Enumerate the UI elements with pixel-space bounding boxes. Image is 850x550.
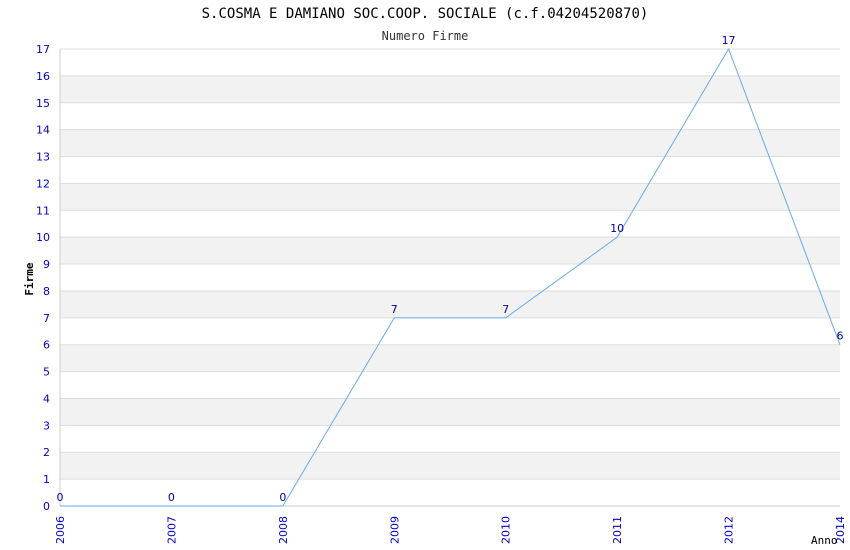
y-tick-label: 1	[43, 473, 50, 486]
y-tick-label: 0	[43, 500, 50, 513]
data-label: 10	[610, 222, 624, 235]
x-tick-label: 2010	[500, 516, 513, 544]
grid-band	[60, 344, 840, 372]
data-label: 6	[837, 330, 844, 343]
data-label: 0	[168, 491, 175, 504]
x-axis-label: Anno	[811, 534, 838, 547]
grid-bands	[60, 75, 840, 480]
data-label: 7	[391, 303, 398, 316]
line-chart: S.COSMA E DAMIANO SOC.COOP. SOCIALE (c.f…	[23, 6, 847, 547]
y-tick-label: 13	[36, 151, 50, 164]
x-tick-label: 2006	[54, 516, 67, 544]
grid-lines	[60, 48, 840, 507]
x-tick-labels: 2006 2007 2008 2009 2010 2011 2012 2014	[54, 516, 847, 544]
data-label: 0	[279, 491, 286, 504]
y-tick-label: 6	[43, 339, 50, 352]
data-label: 0	[57, 491, 64, 504]
x-tick-label: 2011	[611, 516, 624, 544]
y-axis-label: Firme	[23, 262, 36, 295]
y-tick-label: 14	[36, 124, 50, 137]
y-tick-label: 17	[36, 43, 50, 56]
data-label: 7	[502, 303, 509, 316]
grid-band	[60, 237, 840, 265]
data-labels: 0 0 0 7 7 10 17 6	[57, 34, 844, 504]
y-tick-labels: 01234567891011121314151617	[36, 43, 50, 513]
grid-band	[60, 129, 840, 157]
y-tick-label: 3	[43, 419, 50, 432]
y-tick-label: 12	[36, 177, 50, 190]
x-tick-label: 2008	[277, 516, 290, 544]
y-tick-label: 11	[36, 204, 50, 217]
grid-band	[60, 398, 840, 426]
y-tick-label: 10	[36, 231, 50, 244]
data-label: 17	[722, 34, 736, 47]
series-line	[60, 47, 841, 507]
grid-band	[60, 452, 840, 480]
y-tick-label: 9	[43, 258, 50, 271]
grid-band	[60, 183, 840, 211]
y-tick-label: 5	[43, 366, 50, 379]
y-tick-label: 4	[43, 392, 50, 405]
y-tick-label: 16	[36, 70, 50, 83]
x-tick-label: 2007	[165, 516, 178, 544]
chart-subtitle: Numero Firme	[382, 29, 469, 43]
axes	[59, 49, 840, 507]
y-tick-label: 8	[43, 285, 50, 298]
grid-band	[60, 290, 840, 318]
y-tick-label: 15	[36, 97, 50, 110]
chart-title: S.COSMA E DAMIANO SOC.COOP. SOCIALE (c.f…	[202, 6, 649, 22]
y-tick-label: 2	[43, 446, 50, 459]
x-tick-label: 2009	[388, 516, 401, 544]
x-tick-label: 2012	[723, 516, 736, 544]
grid-band	[60, 75, 840, 103]
y-tick-label: 7	[43, 312, 50, 325]
